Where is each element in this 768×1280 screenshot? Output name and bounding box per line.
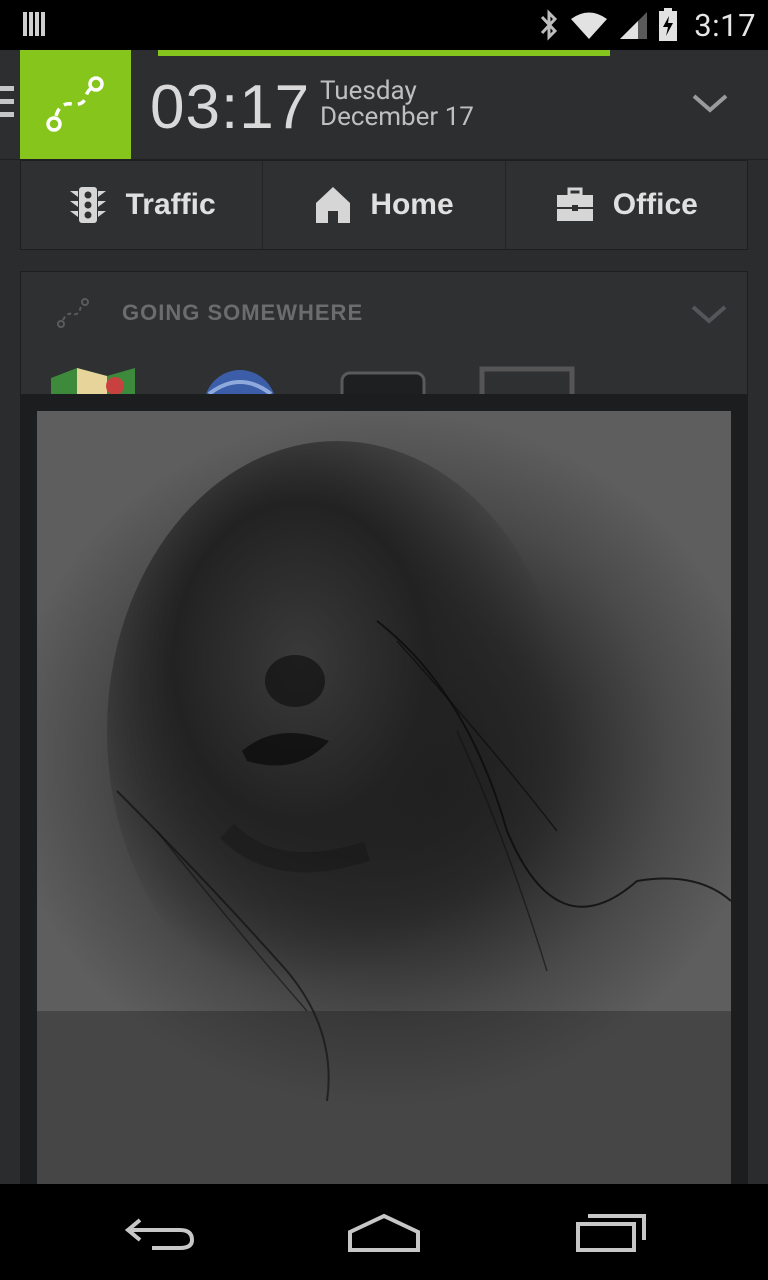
battery-charging-icon [659,8,678,41]
clock-time: 03:17 [150,73,311,142]
home-nav-icon[interactable] [344,1210,424,1254]
date-label: December 17 [320,102,474,132]
briefcase-icon [556,187,593,221]
back-icon[interactable] [122,1210,202,1254]
bluetooth-icon [541,9,558,41]
route-icon [57,298,89,328]
face-silhouette [37,441,731,1184]
home-icon [316,187,351,223]
going-somewhere-card[interactable]: GOING SOMEWHERE [20,271,748,395]
notification-bars-icon [23,12,45,36]
route-logo-button[interactable] [20,50,131,159]
cell-signal-icon [620,12,648,39]
status-time: 3:17 [694,6,756,44]
office-button[interactable]: Office [506,161,747,249]
home-label: Home [370,188,454,221]
tablet-app-icon[interactable] [339,366,427,395]
home-button[interactable]: Home [263,161,506,249]
date-block: Tuesday December 17 [320,78,474,130]
traffic-button[interactable]: Traffic [21,161,264,249]
dashboard-header: 03:17 Tuesday December 17 [0,50,768,160]
status-bar: 3:17 [0,0,768,50]
office-label: Office [612,188,698,221]
shortcut-bar: Traffic Home Office [20,160,748,250]
globe-app-icon[interactable] [201,366,279,395]
card-title: GOING SOMEWHERE [122,300,364,325]
image-overlay[interactable] [20,394,748,1184]
traffic-label: Traffic [125,188,216,221]
day-label: Tuesday [320,76,417,106]
navigation-bar [0,1184,768,1280]
maps-app-icon[interactable] [49,366,137,395]
traffic-light-icon [69,187,106,223]
route-icon [46,76,104,132]
frame-app-icon[interactable] [479,366,577,395]
recents-icon[interactable] [570,1210,650,1254]
chevron-down-icon[interactable] [689,302,729,326]
progress-bar [158,50,610,56]
chevron-down-icon[interactable] [690,90,730,116]
portrait-photo [37,411,731,1184]
wifi-icon [571,12,608,39]
menu-icon[interactable] [0,86,16,124]
